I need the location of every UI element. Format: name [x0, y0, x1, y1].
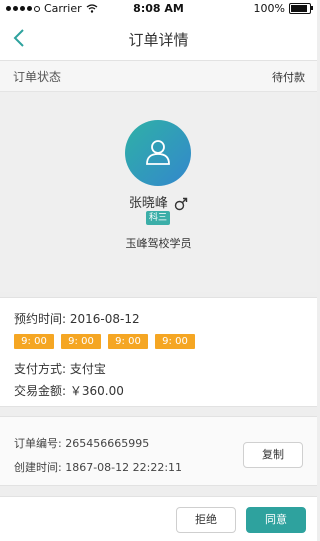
- order-number: 265456665995: [65, 437, 150, 450]
- user-icon: [146, 140, 170, 165]
- payment-method: 支付宝: [69, 362, 106, 376]
- amount-row: 交易金额: ￥360.00: [14, 382, 124, 399]
- battery-icon: [289, 3, 313, 14]
- reject-button[interactable]: 拒绝: [176, 507, 236, 533]
- time-slot-tag: 9: 00: [155, 334, 195, 349]
- agree-button[interactable]: 同意: [246, 507, 306, 533]
- booking-info: 预约时间: 2016-08-12 9: 00 9: 00 9: 00 9: 00…: [0, 297, 317, 407]
- booking-date-label: 预约时间:: [14, 312, 67, 326]
- student-name: 张晓峰: [128, 196, 168, 211]
- order-info: 订单编号: 265456665995 创建时间: 1867-08-12 22:2…: [0, 416, 317, 486]
- copy-button[interactable]: 复制: [243, 442, 303, 468]
- order-status-label: 订单状态: [13, 70, 62, 84]
- order-number-row: 订单编号: 265456665995: [14, 435, 149, 451]
- created-time-row: 创建时间: 1867-08-12 22:22:11: [14, 459, 182, 475]
- booking-date-row: 预约时间: 2016-08-12: [14, 310, 140, 327]
- order-status-row: 订单状态 待付款: [0, 61, 317, 92]
- time-slot-list: 9: 00 9: 00 9: 00 9: 00: [14, 334, 195, 349]
- avatar: [125, 120, 191, 186]
- amount-value: ￥360.00: [69, 384, 124, 398]
- battery-percent: 100%: [253, 2, 285, 15]
- time-slot-tag: 9: 00: [61, 334, 101, 349]
- order-number-label: 订单编号:: [14, 437, 62, 450]
- student-profile: 张晓峰 科三 玉峰驾校学员: [0, 92, 317, 292]
- page-title: 订单详情: [128, 31, 189, 49]
- school-label: 玉峰驾校学员: [125, 237, 192, 250]
- booking-date: 2016-08-12: [69, 312, 140, 326]
- status-bar: Carrier 8:08 AM 100%: [0, 0, 317, 18]
- amount-label: 交易金额:: [14, 384, 67, 398]
- time-slot-tag: 9: 00: [14, 334, 54, 349]
- payment-method-row: 支付方式: 支付宝: [14, 360, 106, 377]
- created-time-label: 创建时间:: [14, 461, 62, 474]
- student-name-row: 张晓峰: [0, 192, 317, 211]
- time-slot-tag: 9: 00: [108, 334, 148, 349]
- order-status-value: 待付款: [272, 71, 305, 84]
- payment-method-label: 支付方式:: [14, 362, 67, 376]
- nav-bar: 订单详情: [0, 18, 317, 61]
- subject-badge: 科三: [146, 211, 170, 225]
- action-bar: 拒绝 同意: [0, 496, 317, 541]
- created-time: 1867-08-12 22:22:11: [65, 461, 183, 474]
- male-icon: [174, 197, 188, 210]
